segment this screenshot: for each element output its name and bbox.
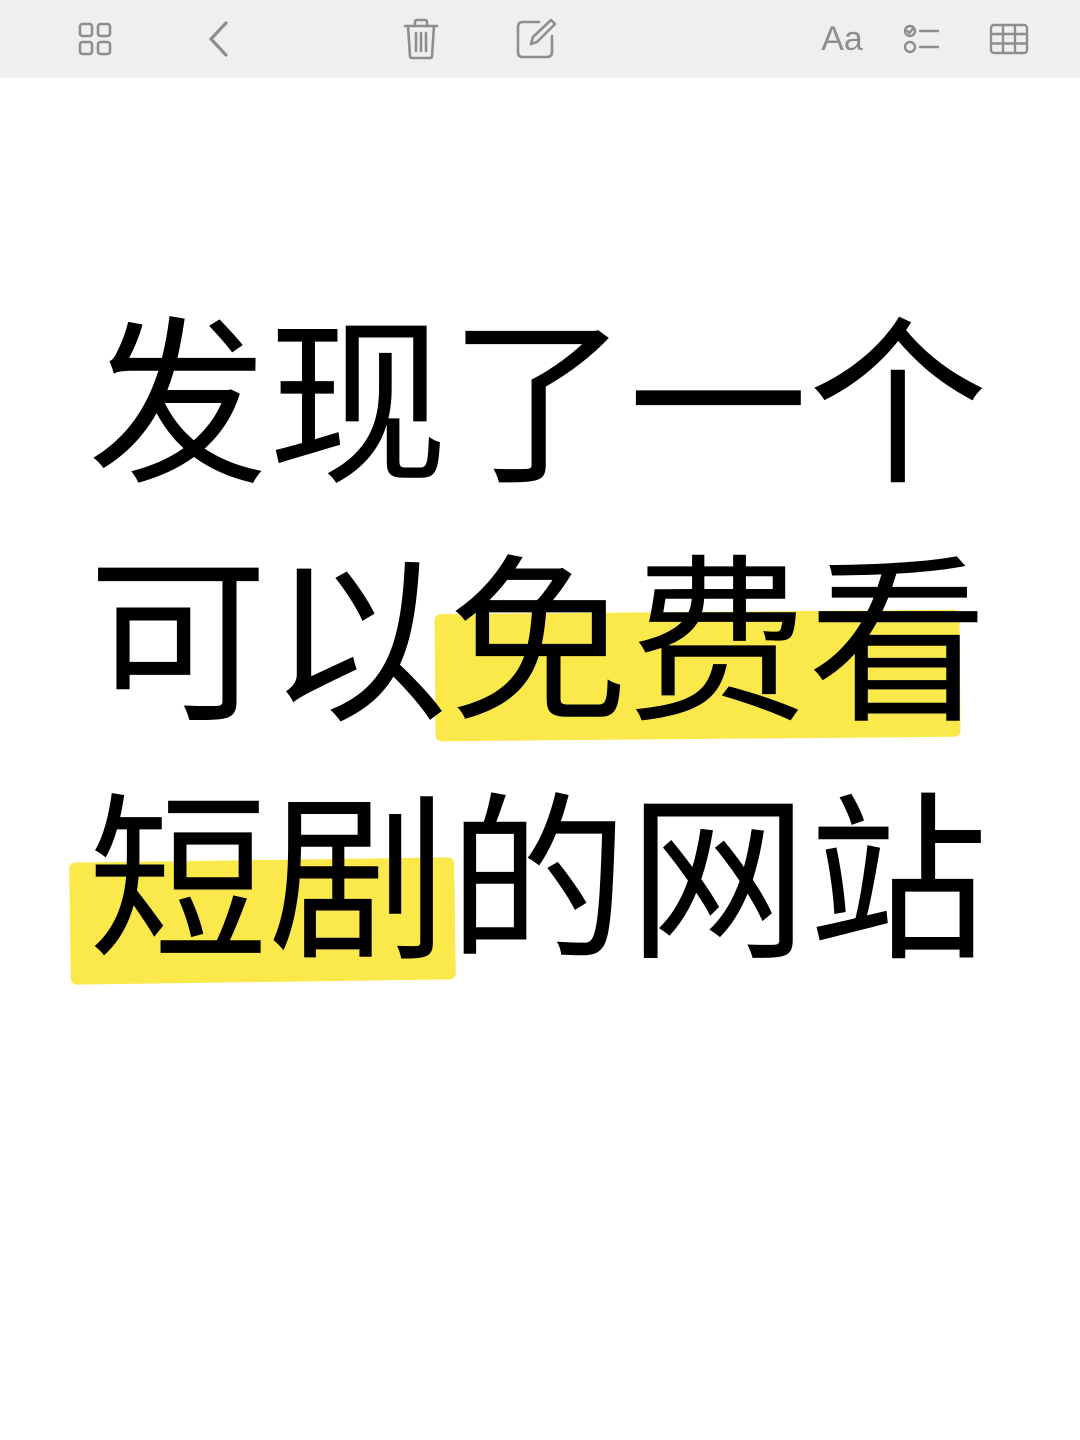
table-icon	[989, 23, 1029, 55]
checklist-icon	[904, 24, 940, 54]
text-format-icon: Aa	[821, 20, 863, 58]
insert-table-button[interactable]	[982, 12, 1036, 66]
note-body[interactable]	[0, 78, 1080, 1440]
compose-icon	[515, 18, 557, 60]
checklist-button[interactable]	[895, 12, 949, 66]
compose-note-button[interactable]	[509, 12, 563, 66]
trash-icon	[403, 18, 439, 60]
note-text: 的网站	[448, 778, 989, 987]
grid-view-icon	[78, 22, 112, 56]
note-text: 发现了一个	[88, 302, 989, 511]
notes-toolbar: Aa	[0, 0, 1080, 78]
text-format-button[interactable]: Aa	[815, 12, 869, 66]
delete-note-button[interactable]	[394, 12, 448, 66]
note-line-3: 短剧的网站	[88, 793, 988, 973]
note-text: 可以	[88, 540, 449, 749]
gallery-view-button[interactable]	[68, 12, 122, 66]
back-button[interactable]	[193, 12, 247, 66]
chevron-left-icon	[206, 20, 234, 58]
note-line-2: 可以免费看	[88, 555, 988, 735]
highlighted-text: 免费看	[448, 540, 989, 749]
highlighted-text: 短剧	[88, 778, 449, 987]
note-line-1: 发现了一个	[88, 317, 988, 497]
